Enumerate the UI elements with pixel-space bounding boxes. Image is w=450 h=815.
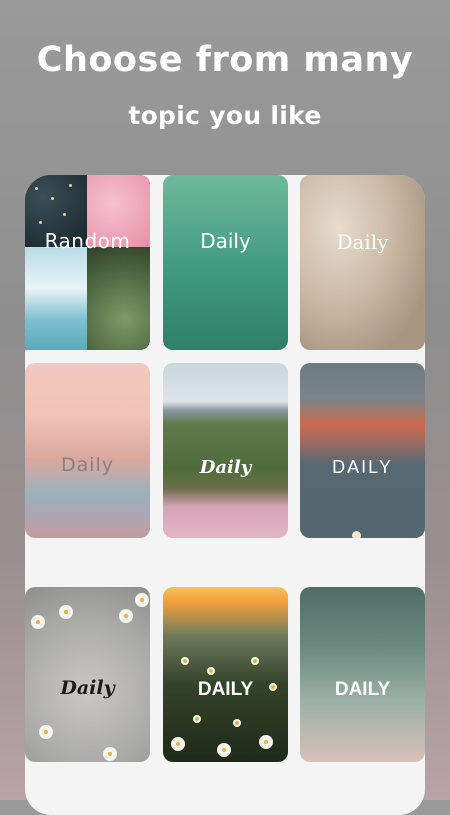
headline-title: Choose from many xyxy=(36,40,414,80)
topic-label: Daily xyxy=(60,454,115,476)
topic-label: Daily xyxy=(336,230,389,254)
topic-label: Daily xyxy=(60,677,115,699)
topic-card-daily-wildflowers[interactable]: DAILY xyxy=(300,587,425,762)
random-image-sky xyxy=(25,247,87,350)
topic-card-daily-fabric[interactable]: Daily xyxy=(300,175,425,350)
topic-label: Random xyxy=(44,229,131,253)
topic-label: DAILY xyxy=(197,679,254,700)
random-image-leaves xyxy=(87,247,150,350)
topic-card-daily-green[interactable]: Daily xyxy=(163,175,288,350)
topic-card-daily-moon[interactable]: DAILY xyxy=(300,363,425,538)
topic-label: Daily xyxy=(199,457,252,478)
topic-label: DAILY xyxy=(332,457,393,477)
topic-card-daily-picnic[interactable]: Daily xyxy=(163,363,288,538)
topic-label: Daily xyxy=(200,229,251,253)
topic-card-daily-lace[interactable]: Daily xyxy=(25,587,150,762)
topic-card-random[interactable]: Random xyxy=(25,175,150,350)
topic-card-daily-sunset[interactable]: Daily xyxy=(25,363,150,538)
phone-mockup: Random Daily Daily Daily Daily DAILY Dai… xyxy=(25,175,425,815)
topic-label: DAILY xyxy=(334,679,391,700)
topic-grid: Random Daily Daily Daily Daily DAILY Dai… xyxy=(25,175,425,815)
headline-subtitle: topic you like xyxy=(128,101,322,130)
topic-card-daily-meadow[interactable]: DAILY xyxy=(163,587,288,762)
moon-icon xyxy=(352,531,361,538)
